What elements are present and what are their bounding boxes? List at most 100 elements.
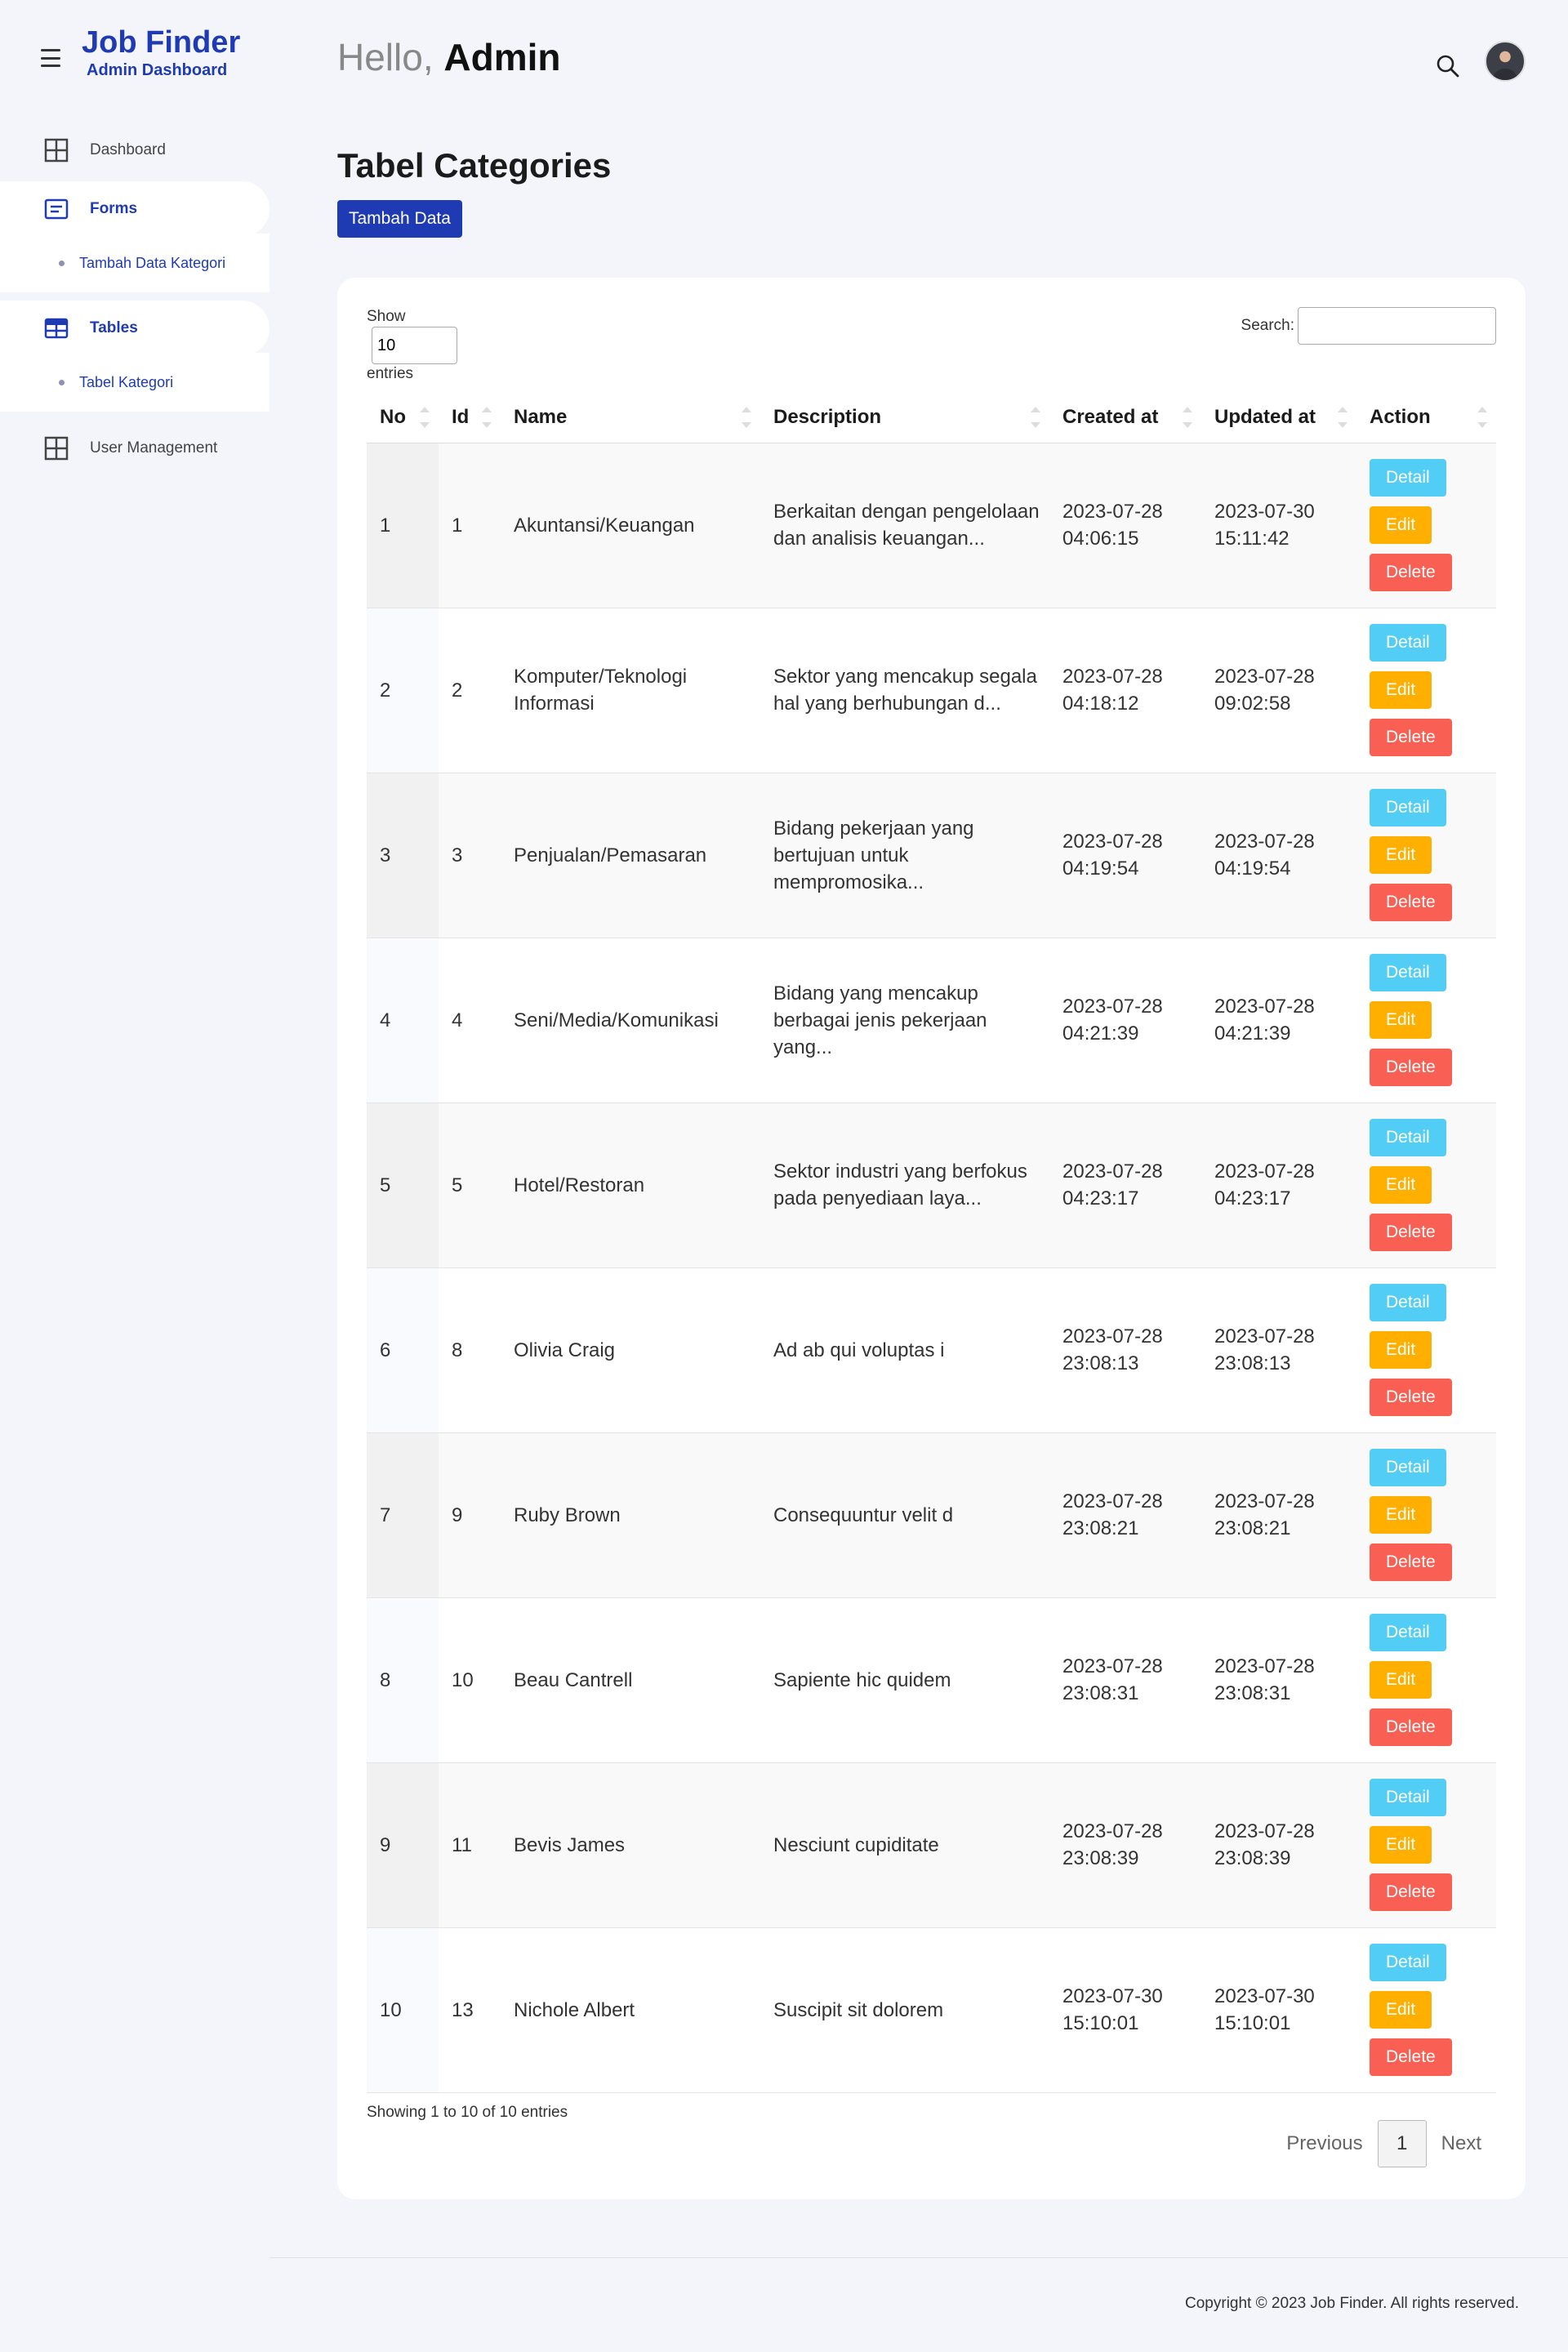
detail-button[interactable]: Detail [1370, 954, 1446, 991]
delete-button[interactable]: Delete [1370, 884, 1452, 921]
updated-time: 23:08:21 [1214, 1517, 1291, 1539]
column-header-created-at[interactable]: Created at [1049, 392, 1201, 443]
cell-action: Detail Edit Delete [1356, 608, 1496, 773]
search-icon[interactable] [1436, 54, 1460, 78]
cell-action: Detail Edit Delete [1356, 1762, 1496, 1928]
updated-time: 23:08:13 [1214, 1352, 1291, 1374]
cell-updated-at: 2023-07-28 04:21:39 [1201, 938, 1356, 1103]
created-date: 2023-07-28 [1062, 1820, 1163, 1842]
column-header-updated-at[interactable]: Updated at [1201, 392, 1356, 443]
edit-button[interactable]: Edit [1370, 1331, 1432, 1369]
delete-button[interactable]: Delete [1370, 1049, 1452, 1086]
add-data-button[interactable]: Tambah Data [337, 200, 462, 238]
avatar[interactable] [1485, 41, 1526, 82]
edit-button[interactable]: Edit [1370, 506, 1432, 544]
column-label: Id [452, 405, 470, 428]
cell-no: 3 [367, 773, 439, 938]
cell-name: Penjualan/Pemasaran [501, 773, 760, 938]
cell-id: 13 [439, 1927, 501, 2093]
edit-button[interactable]: Edit [1370, 836, 1432, 874]
detail-button[interactable]: Detail [1370, 1779, 1446, 1816]
cell-created-at: 2023-07-28 23:08:13 [1049, 1267, 1201, 1433]
updated-date: 2023-07-28 [1214, 831, 1315, 853]
cell-id: 3 [439, 773, 501, 938]
cell-id: 9 [439, 1432, 501, 1598]
cell-created-at: 2023-07-28 04:18:12 [1049, 608, 1201, 773]
page-button-current[interactable]: 1 [1377, 2120, 1427, 2167]
detail-button[interactable]: Detail [1370, 1449, 1446, 1486]
cell-id: 10 [439, 1597, 501, 1763]
created-time: 23:08:39 [1062, 1847, 1139, 1869]
sidebar-item-user-management[interactable]: User Management [0, 421, 270, 476]
cell-action: Detail Edit Delete [1356, 1267, 1496, 1433]
delete-button[interactable]: Delete [1370, 1708, 1452, 1746]
delete-button[interactable]: Delete [1370, 1544, 1452, 1581]
sidebar-item-label: Dashboard [90, 141, 166, 158]
table-row: 6 8 Olivia Craig Ad ab qui voluptas i 2023-0… [367, 1267, 1496, 1433]
created-date: 2023-07-28 [1062, 1160, 1163, 1183]
column-header-no[interactable]: No [367, 392, 439, 443]
cell-id: 4 [439, 938, 501, 1103]
column-header-action[interactable]: Action [1356, 392, 1496, 443]
edit-button[interactable]: Edit [1370, 1991, 1432, 2029]
cell-action: Detail Edit Delete [1356, 773, 1496, 938]
sidebar-item-forms[interactable]: Forms [0, 181, 270, 237]
entries-select[interactable] [372, 327, 457, 364]
detail-button[interactable]: Detail [1370, 459, 1446, 497]
edit-button[interactable]: Edit [1370, 1496, 1432, 1534]
sidebar-item-tables[interactable]: Tables [0, 301, 270, 356]
table-row: 3 3 Penjualan/Pemasaran Bidang pekerjaan ya… [367, 773, 1496, 938]
menu-toggle-icon[interactable] [41, 49, 60, 67]
detail-button[interactable]: Detail [1370, 1119, 1446, 1156]
previous-button[interactable]: Previous [1272, 2132, 1377, 2155]
column-label: Created at [1062, 405, 1159, 428]
column-header-id[interactable]: Id [439, 392, 501, 443]
cell-updated-at: 2023-07-28 23:08:39 [1201, 1762, 1356, 1928]
column-label: Updated at [1214, 405, 1316, 428]
next-button[interactable]: Next [1427, 2132, 1496, 2155]
sidebar-item-dashboard[interactable]: Dashboard [0, 122, 270, 178]
detail-button[interactable]: Detail [1370, 1284, 1446, 1321]
footer-copyright: Copyright © 2023 Job Finder. All rights … [1185, 2295, 1519, 2312]
delete-button[interactable]: Delete [1370, 1379, 1452, 1416]
sort-icon [1337, 405, 1348, 430]
cell-no: 2 [367, 608, 439, 773]
cell-no: 10 [367, 1927, 439, 2093]
table-row: 9 11 Bevis James Nesciunt cupiditate 2023-07… [367, 1762, 1496, 1928]
cell-description: Suscipit sit dolorem [760, 1927, 1049, 2093]
detail-button[interactable]: Detail [1370, 1614, 1446, 1651]
delete-button[interactable]: Delete [1370, 1214, 1452, 1251]
edit-button[interactable]: Edit [1370, 1166, 1432, 1204]
search-input[interactable] [1298, 307, 1496, 345]
cell-no: 9 [367, 1762, 439, 1928]
cell-action: Detail Edit Delete [1356, 443, 1496, 608]
cell-name: Seni/Media/Komunikasi [501, 938, 760, 1103]
sidebar-subitem-tabel-kategori[interactable]: Tabel Kategori [0, 353, 270, 412]
page-title: Tabel Categories [337, 146, 612, 185]
brand-text[interactable]: Job Finder Admin Dashboard [82, 24, 240, 80]
greeting-text: Hello, [337, 36, 444, 78]
created-date: 2023-07-28 [1062, 831, 1163, 853]
edit-button[interactable]: Edit [1370, 1826, 1432, 1864]
action-buttons: Detail Edit Delete [1370, 789, 1496, 921]
detail-button[interactable]: Detail [1370, 789, 1446, 826]
delete-button[interactable]: Delete [1370, 554, 1452, 591]
detail-button[interactable]: Detail [1370, 1944, 1446, 1981]
sidebar-subitem-tambah-data-kategori[interactable]: Tambah Data Kategori [0, 234, 270, 292]
created-date: 2023-07-28 [1062, 666, 1163, 688]
delete-button[interactable]: Delete [1370, 2038, 1452, 2076]
delete-button[interactable]: Delete [1370, 719, 1452, 756]
cell-name: Olivia Craig [501, 1267, 760, 1433]
column-header-description[interactable]: Description [760, 392, 1049, 443]
sort-icon [1030, 405, 1041, 430]
delete-button[interactable]: Delete [1370, 1873, 1452, 1911]
created-time: 15:10:01 [1062, 2012, 1139, 2034]
detail-button[interactable]: Detail [1370, 624, 1446, 662]
created-date: 2023-07-28 [1062, 1325, 1163, 1348]
bullet-icon [59, 379, 65, 385]
edit-button[interactable]: Edit [1370, 1661, 1432, 1699]
column-header-name[interactable]: Name [501, 392, 760, 443]
cell-description: Sektor industri yang berfokus pada penye… [760, 1102, 1049, 1268]
edit-button[interactable]: Edit [1370, 1001, 1432, 1039]
edit-button[interactable]: Edit [1370, 671, 1432, 709]
